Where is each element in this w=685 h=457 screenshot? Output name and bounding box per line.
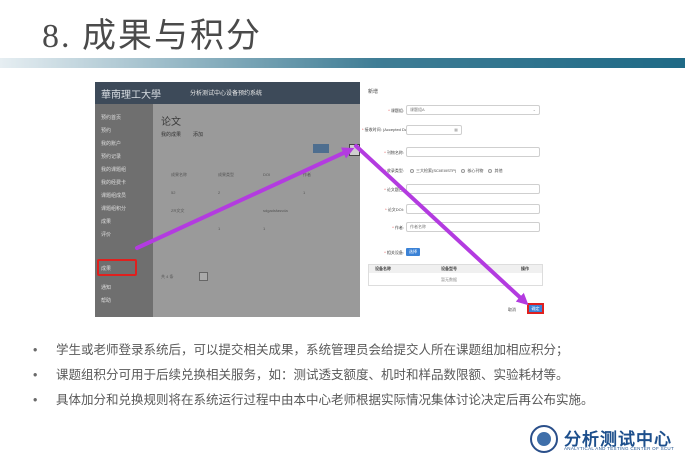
bullet-symbol: • xyxy=(33,368,38,382)
arrow-to-add-button xyxy=(135,147,355,250)
bullet-item: • 课题组积分可用于后续兑换相关服务，如：测试透支额度、机时和样品数限额、实验耗材… xyxy=(33,368,569,382)
arrow-to-confirm-button xyxy=(354,144,529,306)
bullet-list: • 学生或老师登录系统后，可以提交相关成果，系统管理员会给提交人所在课题组加相应积… xyxy=(33,343,673,418)
center-logo: 分析测试中心 ANALYTICAL AND TESTING CENTER OF … xyxy=(530,425,680,455)
bullet-symbol: • xyxy=(33,343,38,357)
bullet-item: • 学生或老师登录系统后，可以提交相关成果，系统管理员会给提交人所在课题组加相应积… xyxy=(33,343,569,357)
logo-subtitle: ANALYTICAL AND TESTING CENTER OF SCUT xyxy=(564,446,675,451)
bullet-symbol: • xyxy=(33,393,38,407)
bullet-item: • 具体加分和兑换规则将在系统运行过程中由本中心老师根据实际情况集体讨论决定后再公… xyxy=(33,393,594,407)
seal-icon xyxy=(530,425,558,453)
